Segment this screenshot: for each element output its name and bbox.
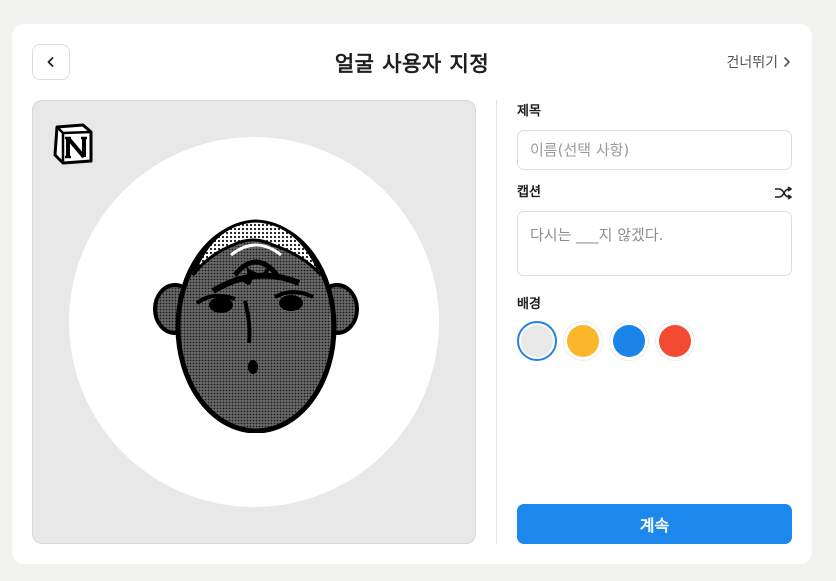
divider: [496, 100, 497, 544]
page-title: 얼굴 사용자 지정: [334, 52, 490, 76]
color-swatch-fill: [659, 325, 691, 357]
skip-link[interactable]: 건너뛰기: [726, 52, 792, 72]
background-label: 배경: [517, 297, 541, 312]
caption-label: 캡션: [517, 185, 541, 200]
title-label: 제목: [517, 104, 541, 119]
color-swatch-fill: [521, 325, 553, 357]
color-swatch-blue[interactable]: [609, 321, 649, 361]
face-preview: [32, 100, 476, 544]
color-swatch-yellow[interactable]: [563, 321, 603, 361]
customize-face-dialog: 얼굴 사용자 지정 건너뛰기 제목 이름(선택 사항) 캡션 다시는 ___지 …: [12, 24, 812, 564]
continue-button[interactable]: 계속: [517, 504, 792, 544]
color-swatch-light-gray[interactable]: [517, 321, 557, 361]
shuffle-icon[interactable]: [774, 186, 792, 200]
title-input[interactable]: 이름(선택 사항): [517, 130, 792, 170]
color-swatch-fill: [613, 325, 645, 357]
customize-form: 제목 이름(선택 사항) 캡션 다시는 ___지 않겠다. 배경: [517, 100, 792, 361]
face-illustration: [153, 219, 359, 433]
caption-input[interactable]: 다시는 ___지 않겠다.: [517, 211, 792, 276]
chevron-right-icon: [784, 57, 790, 67]
notion-logo: [53, 123, 93, 165]
skip-label: 건너뛰기: [726, 55, 778, 71]
color-swatch-fill: [567, 325, 599, 357]
color-swatch-red[interactable]: [655, 321, 695, 361]
background-swatches: [517, 321, 792, 361]
